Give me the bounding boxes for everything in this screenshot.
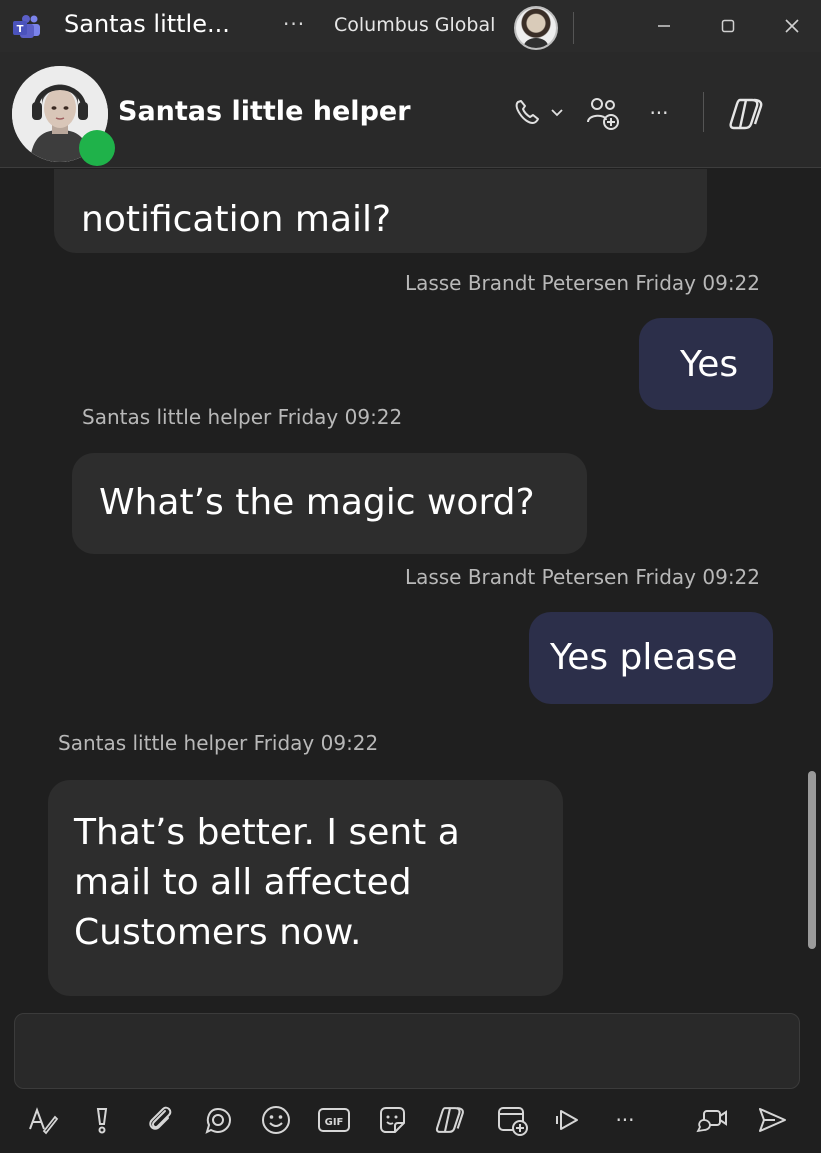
- message-text: Yes: [680, 344, 739, 385]
- meet-now-button[interactable]: [692, 1100, 732, 1140]
- phone-icon: [515, 100, 563, 124]
- organization-name[interactable]: Columbus Global: [334, 14, 495, 36]
- minimize-icon: [658, 25, 670, 27]
- chat-title: Santas little helper: [118, 96, 411, 127]
- message-meta: Santas little helper Friday 09:22: [82, 405, 402, 429]
- message-compose-input[interactable]: [14, 1013, 800, 1089]
- message-text: notification mail?: [81, 199, 392, 240]
- user-avatar[interactable]: [514, 6, 558, 50]
- message-time: Friday 09:22: [253, 731, 379, 755]
- message-list[interactable]: notification mail? Lasse Brandt Petersen…: [0, 169, 821, 1010]
- close-icon: [785, 19, 799, 33]
- add-people-button[interactable]: [584, 94, 622, 132]
- message-sender: Santas little helper: [58, 731, 248, 755]
- copilot-icon: [435, 1107, 464, 1133]
- stream-icon: [556, 1110, 578, 1130]
- gif-button[interactable]: GIF: [314, 1100, 354, 1140]
- close-button[interactable]: [772, 8, 812, 44]
- compose-toolbar: GIF ···: [0, 1096, 821, 1146]
- sticker-icon: [380, 1107, 405, 1133]
- gif-icon: GIF: [318, 1108, 350, 1132]
- presence-available-badge: [79, 130, 115, 166]
- emoji-icon: [262, 1106, 290, 1134]
- message-time: Friday 09:22: [635, 271, 760, 295]
- message-meta: Lasse Brandt Petersen Friday 09:22: [405, 565, 760, 589]
- message-bubble-incoming[interactable]: What’s the magic word?: [72, 453, 587, 554]
- scrollbar-thumb[interactable]: [808, 771, 816, 949]
- call-button[interactable]: [508, 92, 572, 132]
- schedule-meeting-icon: [498, 1107, 528, 1136]
- message-bubble-incoming[interactable]: That’s better. I sent a mail to all affe…: [48, 780, 563, 996]
- message-meta: Santas little helper Friday 09:22: [58, 731, 378, 755]
- loop-icon: [205, 1107, 232, 1134]
- message-sender: Lasse Brandt Petersen: [404, 565, 630, 589]
- minimize-button[interactable]: [644, 8, 684, 44]
- add-people-icon: [587, 98, 619, 130]
- sticker-button[interactable]: [372, 1100, 412, 1140]
- maximize-icon: [721, 19, 735, 33]
- message-bubble-incoming[interactable]: notification mail?: [54, 169, 707, 253]
- message-text: What’s the magic word?: [99, 482, 535, 523]
- message-sender: Lasse Brandt Petersen: [404, 271, 630, 295]
- message-text: That’s better. I sent a mail to all affe…: [74, 812, 460, 953]
- send-icon: [759, 1108, 786, 1132]
- copilot-icon: [729, 98, 763, 130]
- message-bubble-outgoing[interactable]: Yes please: [529, 612, 773, 704]
- svg-text:T: T: [17, 24, 24, 35]
- gif-label: GIF: [325, 1117, 344, 1128]
- copilot-compose-button[interactable]: [430, 1100, 470, 1140]
- attach-button[interactable]: [140, 1100, 180, 1140]
- format-button[interactable]: [22, 1100, 62, 1140]
- schedule-meeting-button[interactable]: [492, 1100, 532, 1140]
- message-time: Friday 09:22: [635, 565, 760, 589]
- message-meta: Lasse Brandt Petersen Friday 09:22: [405, 271, 760, 295]
- more-options-button[interactable]: ···: [605, 1100, 645, 1140]
- emoji-button[interactable]: [256, 1100, 296, 1140]
- teams-logo-icon: T: [12, 14, 42, 40]
- message-sender: Santas little helper: [82, 405, 272, 429]
- header-divider: [703, 92, 704, 132]
- maximize-button[interactable]: [708, 8, 748, 44]
- title-bar: T Santas little... ··· Columbus Global: [0, 0, 821, 52]
- priority-button[interactable]: [82, 1100, 122, 1140]
- message-bubble-outgoing[interactable]: Yes: [639, 318, 773, 410]
- title-more-button[interactable]: ···: [283, 12, 305, 36]
- title-divider: [573, 12, 574, 44]
- priority-icon: [96, 1108, 108, 1134]
- message-time: Friday 09:22: [277, 405, 403, 429]
- meet-now-icon: [696, 1110, 727, 1133]
- format-icon: [29, 1107, 59, 1135]
- window-title: Santas little...: [64, 10, 230, 38]
- attach-icon: [149, 1106, 172, 1130]
- copilot-button[interactable]: [724, 92, 768, 136]
- stream-button[interactable]: [548, 1100, 588, 1140]
- send-button[interactable]: [752, 1100, 792, 1140]
- chat-header: Santas little helper ···: [0, 52, 821, 168]
- chat-more-button[interactable]: ···: [640, 94, 678, 132]
- message-text: Yes please: [550, 637, 738, 678]
- loop-button[interactable]: [198, 1100, 238, 1140]
